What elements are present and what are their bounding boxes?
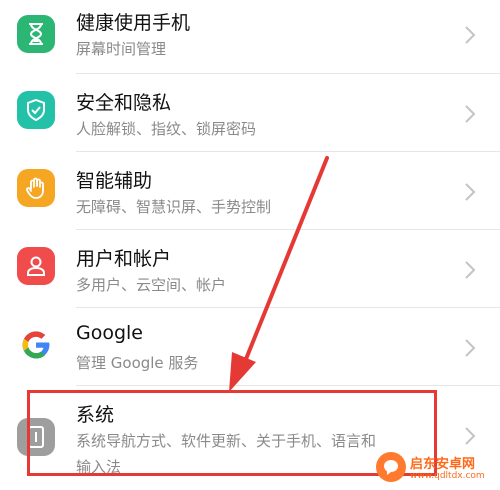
settings-item-google[interactable]: Google 管理 Google 服务	[0, 308, 500, 386]
settings-item-users-accounts[interactable]: 用户和帐户 多用户、云空间、帐户	[0, 230, 500, 308]
shield-icon	[17, 91, 55, 129]
watermark-url: www.qdltdx.com	[410, 471, 485, 481]
google-icon	[17, 326, 55, 364]
chevron-right-icon	[465, 427, 476, 445]
settings-item-title: 安全和隐私	[76, 92, 172, 114]
chevron-right-icon	[465, 183, 476, 201]
settings-item-subtitle: 无障碍、智慧识屏、手势控制	[76, 198, 272, 216]
settings-item-title: Google	[76, 322, 144, 344]
settings-item-subtitle: 屏幕时间管理	[76, 40, 167, 58]
chevron-right-icon	[465, 261, 476, 279]
user-icon	[17, 247, 55, 285]
chevron-right-icon	[465, 26, 476, 44]
chevron-right-icon	[465, 105, 476, 123]
settings-item-subtitle: 管理 Google 服务	[76, 354, 199, 372]
settings-item-title: 用户和帐户	[76, 248, 172, 270]
settings-item-subtitle: 多用户、云空间、帐户	[76, 276, 227, 294]
settings-item-smart-assist[interactable]: 智能辅助 无障碍、智慧识屏、手势控制	[0, 152, 500, 230]
settings-item-subtitle: 人脸解锁、指纹、锁屏密码	[76, 120, 257, 138]
chevron-right-icon	[465, 339, 476, 357]
settings-item-title: 健康使用手机	[76, 12, 191, 34]
settings-item-digital-balance[interactable]: 健康使用手机 屏幕时间管理	[0, 0, 500, 74]
watermark-text: 启东安卓网	[410, 457, 476, 472]
settings-item-security-privacy[interactable]: 安全和隐私 人脸解锁、指纹、锁屏密码	[0, 74, 500, 152]
watermark-logo-icon	[376, 452, 406, 482]
settings-item-title: 智能辅助	[76, 170, 153, 192]
hand-icon	[17, 169, 55, 207]
hourglass-icon	[17, 15, 55, 53]
